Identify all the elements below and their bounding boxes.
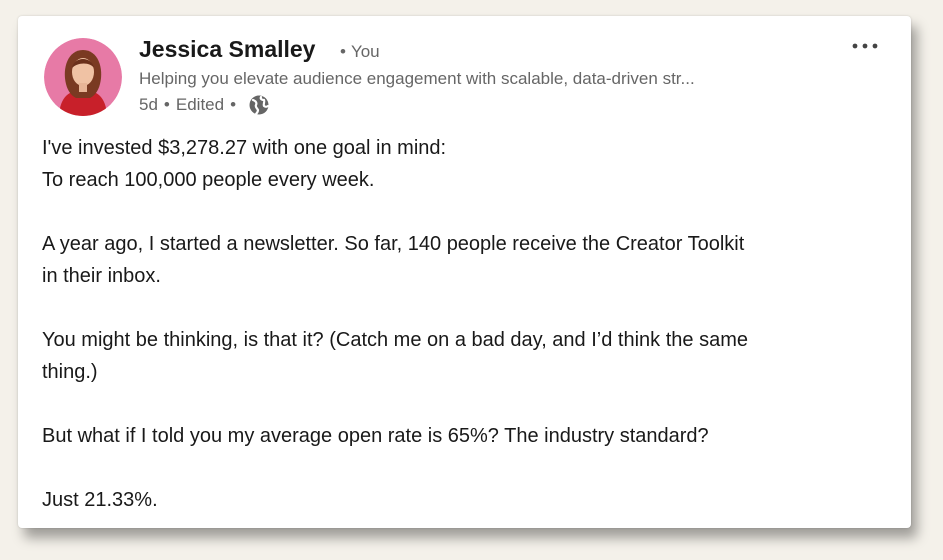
post-text-line: thing.) <box>42 361 98 383</box>
post-meta: 5d • Edited • <box>139 94 270 116</box>
post-card: Jessica Smalley • You Helping you elevate… <box>18 16 911 528</box>
post-text-line: A year ago, I started a newsletter. So f… <box>42 233 745 255</box>
more-options-button[interactable] <box>849 34 881 58</box>
edited-label: Edited <box>175 95 225 114</box>
more-horizontal-icon <box>852 43 878 49</box>
post-text-line: in their inbox. <box>42 265 161 287</box>
connection-degree: • You <box>340 42 380 61</box>
avatar-image <box>44 38 122 116</box>
author-name[interactable]: Jessica Smalley <box>139 36 315 63</box>
globe-icon[interactable] <box>248 94 270 116</box>
post-text-line: Just 21.33%. <box>42 489 158 511</box>
post-body: I've invested $3,278.27 with one goal in… <box>42 132 892 516</box>
post-text-line: But what if I told you my average open r… <box>42 425 709 447</box>
post-text-line: I've invested $3,278.27 with one goal in… <box>42 137 447 159</box>
time-ago[interactable]: 5d <box>139 95 158 115</box>
post-text-line: You might be thinking, is that it? (Catc… <box>42 329 748 351</box>
meta-separator: • <box>230 95 237 114</box>
degree-label: You <box>350 42 380 61</box>
post-text-line: To reach 100,000 people every week. <box>42 169 375 191</box>
meta-separator: • <box>163 95 170 114</box>
author-headline[interactable]: Helping you elevate audience engagement … <box>139 69 829 89</box>
avatar[interactable] <box>44 38 122 116</box>
